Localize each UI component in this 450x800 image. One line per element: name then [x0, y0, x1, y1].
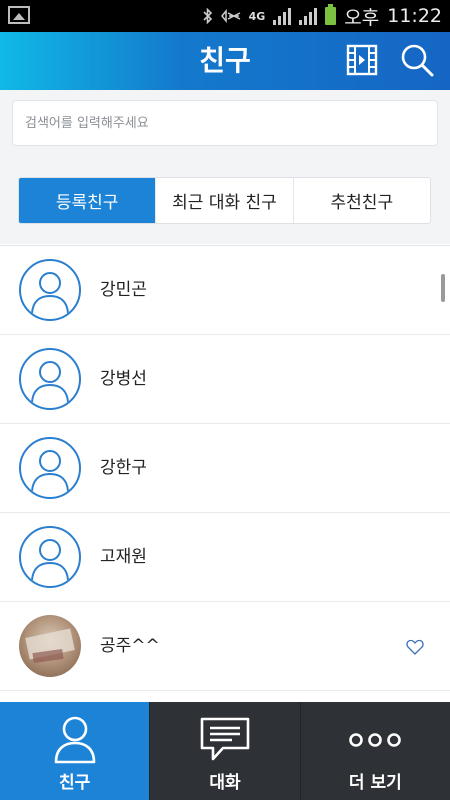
battery-icon — [325, 4, 337, 25]
page-title: 친구 — [199, 44, 251, 77]
nav-friends[interactable]: 친구 — [0, 702, 150, 800]
gallery-icon — [8, 6, 30, 24]
nav-more[interactable]: 더 보기 — [299, 702, 450, 800]
app-header: 친구 — [0, 32, 450, 90]
search-icon[interactable] — [400, 43, 434, 77]
friend-row[interactable]: 강한구 — [0, 424, 450, 513]
default-avatar-icon — [31, 450, 69, 492]
avatar — [19, 259, 81, 321]
friend-list[interactable]: 강민곤 강병선 강한구 고재원 공주^^ — [0, 245, 450, 704]
tab-recommended-friends[interactable]: 추천친구 — [292, 178, 430, 223]
default-avatar-icon — [31, 539, 69, 581]
avatar — [19, 348, 81, 410]
more-icon — [349, 733, 402, 747]
friend-name: 강병선 — [100, 369, 147, 389]
friend-name: 고재원 — [100, 547, 147, 567]
video-icon[interactable] — [346, 44, 378, 76]
mute-icon — [220, 8, 240, 24]
friend-name: 강한구 — [100, 458, 147, 478]
search-section: 등록친구 최근 대화 친구 추천친구 — [0, 90, 450, 244]
friend-row[interactable]: 강병선 — [0, 335, 450, 424]
signal-icon-2 — [299, 7, 318, 25]
friend-name: 강민곤 — [100, 280, 147, 300]
status-time-prefix: 오후 — [344, 6, 380, 29]
chat-icon — [200, 717, 250, 761]
tab-registered-friends[interactable]: 등록친구 — [19, 178, 156, 223]
person-icon — [54, 716, 95, 764]
search-input[interactable] — [12, 100, 438, 146]
avatar-photo — [19, 615, 81, 677]
friend-row[interactable]: 고재원 — [0, 513, 450, 602]
status-time: 11:22 — [387, 5, 442, 27]
bluetooth-icon — [203, 7, 212, 25]
status-bar: 4G 오후 11:22 — [0, 0, 450, 32]
friend-row[interactable]: 강민곤 — [0, 246, 450, 335]
default-avatar-icon — [31, 361, 69, 403]
signal-icon — [273, 7, 292, 25]
tab-recent-chat-friends[interactable]: 최근 대화 친구 — [155, 178, 292, 223]
nav-more-label: 더 보기 — [348, 773, 402, 793]
heart-outline-icon[interactable] — [406, 639, 424, 655]
nav-chat[interactable]: 대화 — [149, 702, 300, 800]
list-scrollbar[interactable] — [441, 274, 445, 302]
nav-friends-label: 친구 — [59, 773, 91, 793]
nav-chat-label: 대화 — [209, 773, 241, 793]
friend-name: 공주^^ — [100, 636, 160, 656]
avatar — [19, 437, 81, 499]
status-icons: 4G 오후 11:22 — [203, 0, 442, 32]
friend-row[interactable]: 공주^^ — [0, 602, 450, 691]
default-avatar-icon — [31, 272, 69, 314]
avatar — [19, 526, 81, 588]
bottom-nav: 친구 대화 더 보기 — [0, 702, 450, 800]
network-4g-icon: 4G — [248, 9, 266, 23]
friend-tabs: 등록친구 최근 대화 친구 추천친구 — [18, 177, 431, 224]
